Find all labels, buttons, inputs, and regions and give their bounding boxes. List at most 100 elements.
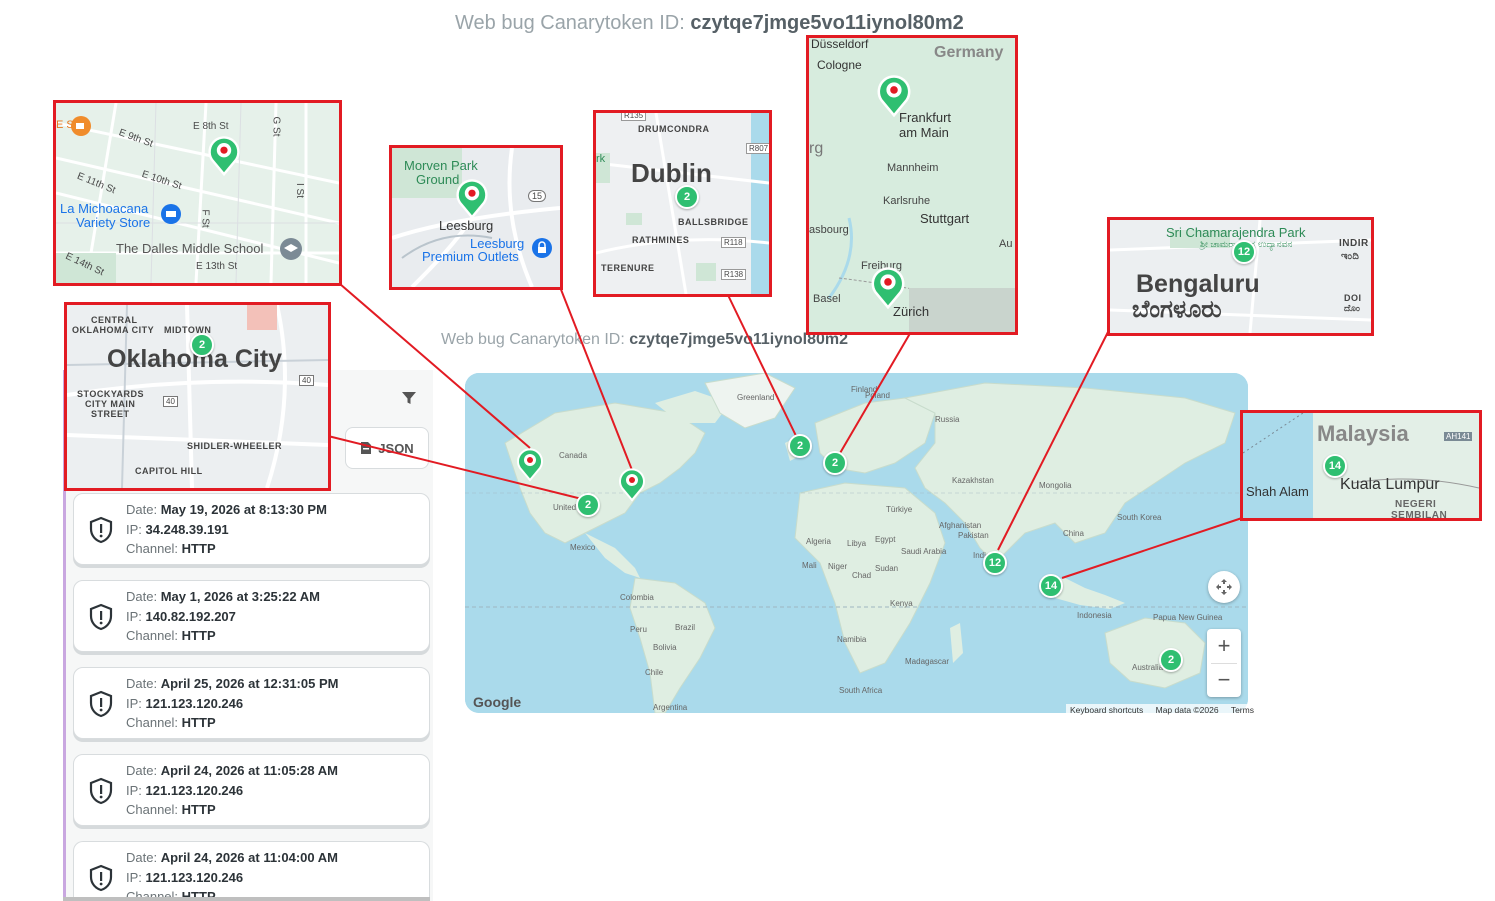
map-pin-dalles[interactable]	[515, 446, 545, 482]
map-pin-icon	[871, 267, 905, 310]
alert-channel-row: Channel: HTTP	[126, 715, 216, 730]
cluster-marker-malaysia[interactable]: 14	[1039, 574, 1063, 598]
street-label: E 8th St	[193, 121, 229, 132]
label-sudan: Sudan	[875, 564, 899, 573]
cluster-marker-oklahoma[interactable]: 2	[576, 493, 600, 517]
map-data-label: Map data ©2026	[1155, 705, 1219, 715]
label-libya: Libya	[847, 539, 867, 548]
alert-ip: 121.123.120.246	[145, 870, 244, 885]
alert-card[interactable]: Date: April 24, 2026 at 11:04:00 AM IP: 1…	[73, 841, 430, 898]
cafe-icon	[71, 116, 91, 136]
alert-channel-row: Channel: HTTP	[126, 802, 216, 817]
park-name: Sri Chamarajendra Park	[1166, 225, 1306, 240]
alert-ip: 140.82.192.207	[145, 609, 236, 624]
road-shield: R807	[746, 143, 769, 154]
map-attribution: Keyboard shortcuts Map data ©2026 Terms	[1066, 704, 1268, 716]
label-canada: Canada	[559, 451, 588, 460]
inset-germany: Germany Düsseldorf Cologne Frankfurt am …	[806, 35, 1018, 335]
ip-label: IP:	[126, 522, 142, 537]
json-button-label: JSON	[378, 440, 414, 456]
page-title-top: Web bug Canarytoken ID: czytqe7jmge5vo11…	[455, 12, 964, 35]
label-pakistan: Pakistan	[958, 531, 989, 540]
label-australia: Australia	[1132, 663, 1164, 672]
google-logo: Google	[473, 694, 522, 710]
area-label: SHIDLER-WHEELER	[187, 441, 282, 451]
city-label: Düsseldorf	[811, 37, 869, 51]
store-name: La Michoacana	[60, 201, 149, 216]
recenter-icon[interactable]	[1208, 571, 1240, 603]
alert-channel: HTTP	[181, 715, 216, 730]
alert-ip: 121.123.120.246	[145, 696, 244, 711]
map-pin-icon	[208, 136, 240, 177]
cluster-marker-bengaluru[interactable]: 12	[983, 551, 1007, 575]
alert-ip-row: IP: 140.82.192.207	[126, 609, 236, 624]
token-id-label-mid: Web bug Canarytoken ID:	[441, 331, 625, 348]
label-papua: Papua New Guinea	[1153, 613, 1223, 622]
date-label: Date:	[126, 763, 158, 778]
alert-ip-row: IP: 121.123.120.246	[126, 783, 243, 798]
ip-label: IP:	[126, 696, 142, 711]
json-file-icon	[361, 442, 372, 454]
label-south-africa: South Africa	[839, 686, 883, 695]
terms-link[interactable]: Terms	[1231, 705, 1254, 715]
zoom-out-button[interactable]: −	[1207, 663, 1241, 697]
city-label: Stuttgart	[920, 211, 970, 226]
interstate-shield: 40	[299, 375, 314, 386]
alert-date-row: Date: May 1, 2026 at 3:25:22 AM	[126, 589, 320, 604]
inset-leesburg: Morven Park Ground Leesburg Leesburg Pre…	[389, 145, 563, 290]
token-id-label: Web bug Canarytoken ID:	[455, 12, 685, 34]
alert-ip: 34.248.39.191	[145, 522, 229, 537]
download-json-button[interactable]: JSON	[345, 427, 429, 469]
date-label: Date:	[126, 589, 158, 604]
city-label: Kuala Lumpur	[1340, 476, 1440, 493]
area-label: ಇಂದಿ	[1341, 251, 1360, 262]
ip-label: IP:	[126, 783, 142, 798]
city-label: Au	[999, 238, 1013, 250]
label-kazakhstan: Kazakhstan	[952, 476, 994, 485]
cluster-marker-dublin[interactable]: 2	[788, 434, 812, 458]
horizontal-scrollbar[interactable]	[63, 897, 430, 901]
city-label: Shah Alam	[1246, 484, 1309, 499]
area-label: STOCKYARDS	[77, 389, 145, 399]
area-label: ದೊಂ	[1344, 303, 1361, 313]
label-saudi-arabia: Saudi Arabia	[901, 547, 947, 556]
region-label: SEMBILAN	[1391, 510, 1448, 521]
alert-channel: HTTP	[181, 541, 216, 556]
area-label: RATHMINES	[632, 235, 690, 245]
road-shield: R135	[621, 113, 647, 121]
world-map[interactable]: Canada United S. Mexico Colombia Peru Br…	[465, 373, 1248, 713]
alert-date-row: Date: April 24, 2026 at 11:04:00 AM	[126, 850, 338, 865]
alert-card[interactable]: Date: May 19, 2026 at 8:13:30 PM IP: 34.2…	[73, 493, 430, 565]
town-name: Leesburg	[439, 218, 494, 233]
label-chad: Chad	[852, 571, 872, 580]
zoom-controls: + −	[1207, 629, 1241, 697]
alert-channel: HTTP	[181, 628, 216, 643]
label-afghanistan: Afghanistan	[939, 521, 982, 530]
cluster-marker-europe[interactable]: 2	[823, 451, 847, 475]
alert-card[interactable]: Date: April 24, 2026 at 11:05:28 AM IP: 1…	[73, 754, 430, 826]
filter-icon[interactable]	[400, 389, 418, 407]
inset-dublin: DRUMCONDRA BALLSBRIDGE RATHMINES TERENUR…	[593, 110, 772, 297]
label-namibia: Namibia	[837, 635, 867, 644]
route-shield: 15	[528, 190, 547, 202]
city-label: am Main	[899, 125, 949, 140]
alert-card[interactable]: Date: May 1, 2026 at 3:25:22 AM IP: 140.8…	[73, 580, 430, 652]
zoom-in-button[interactable]: +	[1207, 629, 1241, 663]
keyboard-shortcuts-link[interactable]: Keyboard shortcuts	[1070, 705, 1143, 715]
alert-ip-row: IP: 121.123.120.246	[126, 870, 243, 885]
road-shield: R138	[721, 269, 747, 280]
alert-ip-row: IP: 121.123.120.246	[126, 696, 243, 711]
city-name-local: ಬೆಂಗಳೂರು	[1132, 296, 1222, 323]
shield-alert-icon	[89, 864, 113, 892]
area-label: CAPITOL HILL	[135, 466, 203, 476]
alert-channel-row: Channel: HTTP	[126, 541, 216, 556]
date-label: Date:	[126, 676, 158, 691]
map-pin-leesburg[interactable]	[617, 466, 647, 502]
shield-alert-icon	[89, 516, 113, 544]
cluster-marker-australia[interactable]: 2	[1159, 648, 1183, 672]
alert-card[interactable]: Date: April 25, 2026 at 12:31:05 PM IP: 1…	[73, 667, 430, 739]
alert-date: April 24, 2026 at 11:05:28 AM	[160, 763, 338, 778]
alert-ip: 121.123.120.246	[145, 783, 244, 798]
city-name: Bengaluru	[1136, 270, 1260, 298]
area-label: DRUMCONDRA	[638, 124, 710, 134]
